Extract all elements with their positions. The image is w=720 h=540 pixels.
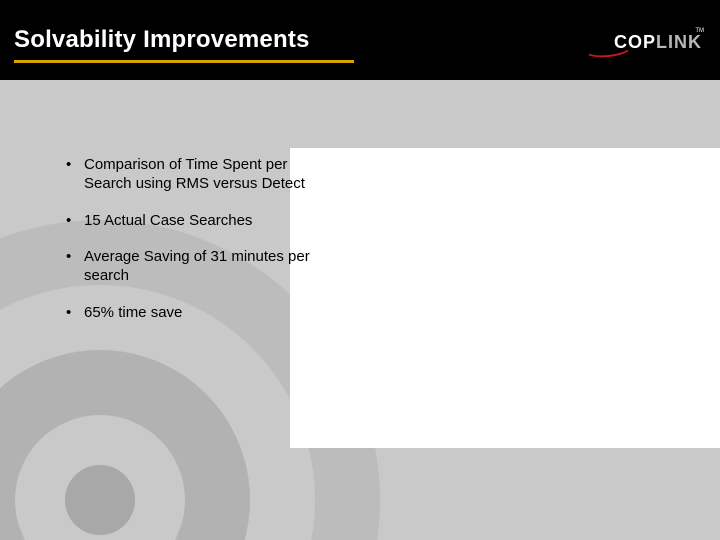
logo-word-link: LINK <box>656 32 702 52</box>
title-underline <box>14 60 354 63</box>
brand-logo: COPLINK TM <box>592 32 702 58</box>
page-title: Solvability Improvements <box>14 26 354 54</box>
logo-text: COPLINK <box>614 32 702 53</box>
title-block: Solvability Improvements <box>14 26 354 63</box>
header: Solvability Improvements COPLINK TM <box>0 0 720 80</box>
slide-body: Comparison of Time Spent per Search usin… <box>0 80 720 540</box>
logo-word-cop: COP <box>614 32 656 52</box>
bullet-item: 65% time save <box>64 304 322 323</box>
logo-trademark: TM <box>695 28 704 34</box>
media-placeholder <box>290 148 720 448</box>
bullet-list: Comparison of Time Spent per Search usin… <box>24 156 322 341</box>
bullet-item: Comparison of Time Spent per Search usin… <box>64 156 322 194</box>
bullet-item: 15 Actual Case Searches <box>64 212 322 231</box>
bullet-item: Average Saving of 31 minutes per search <box>64 248 322 286</box>
